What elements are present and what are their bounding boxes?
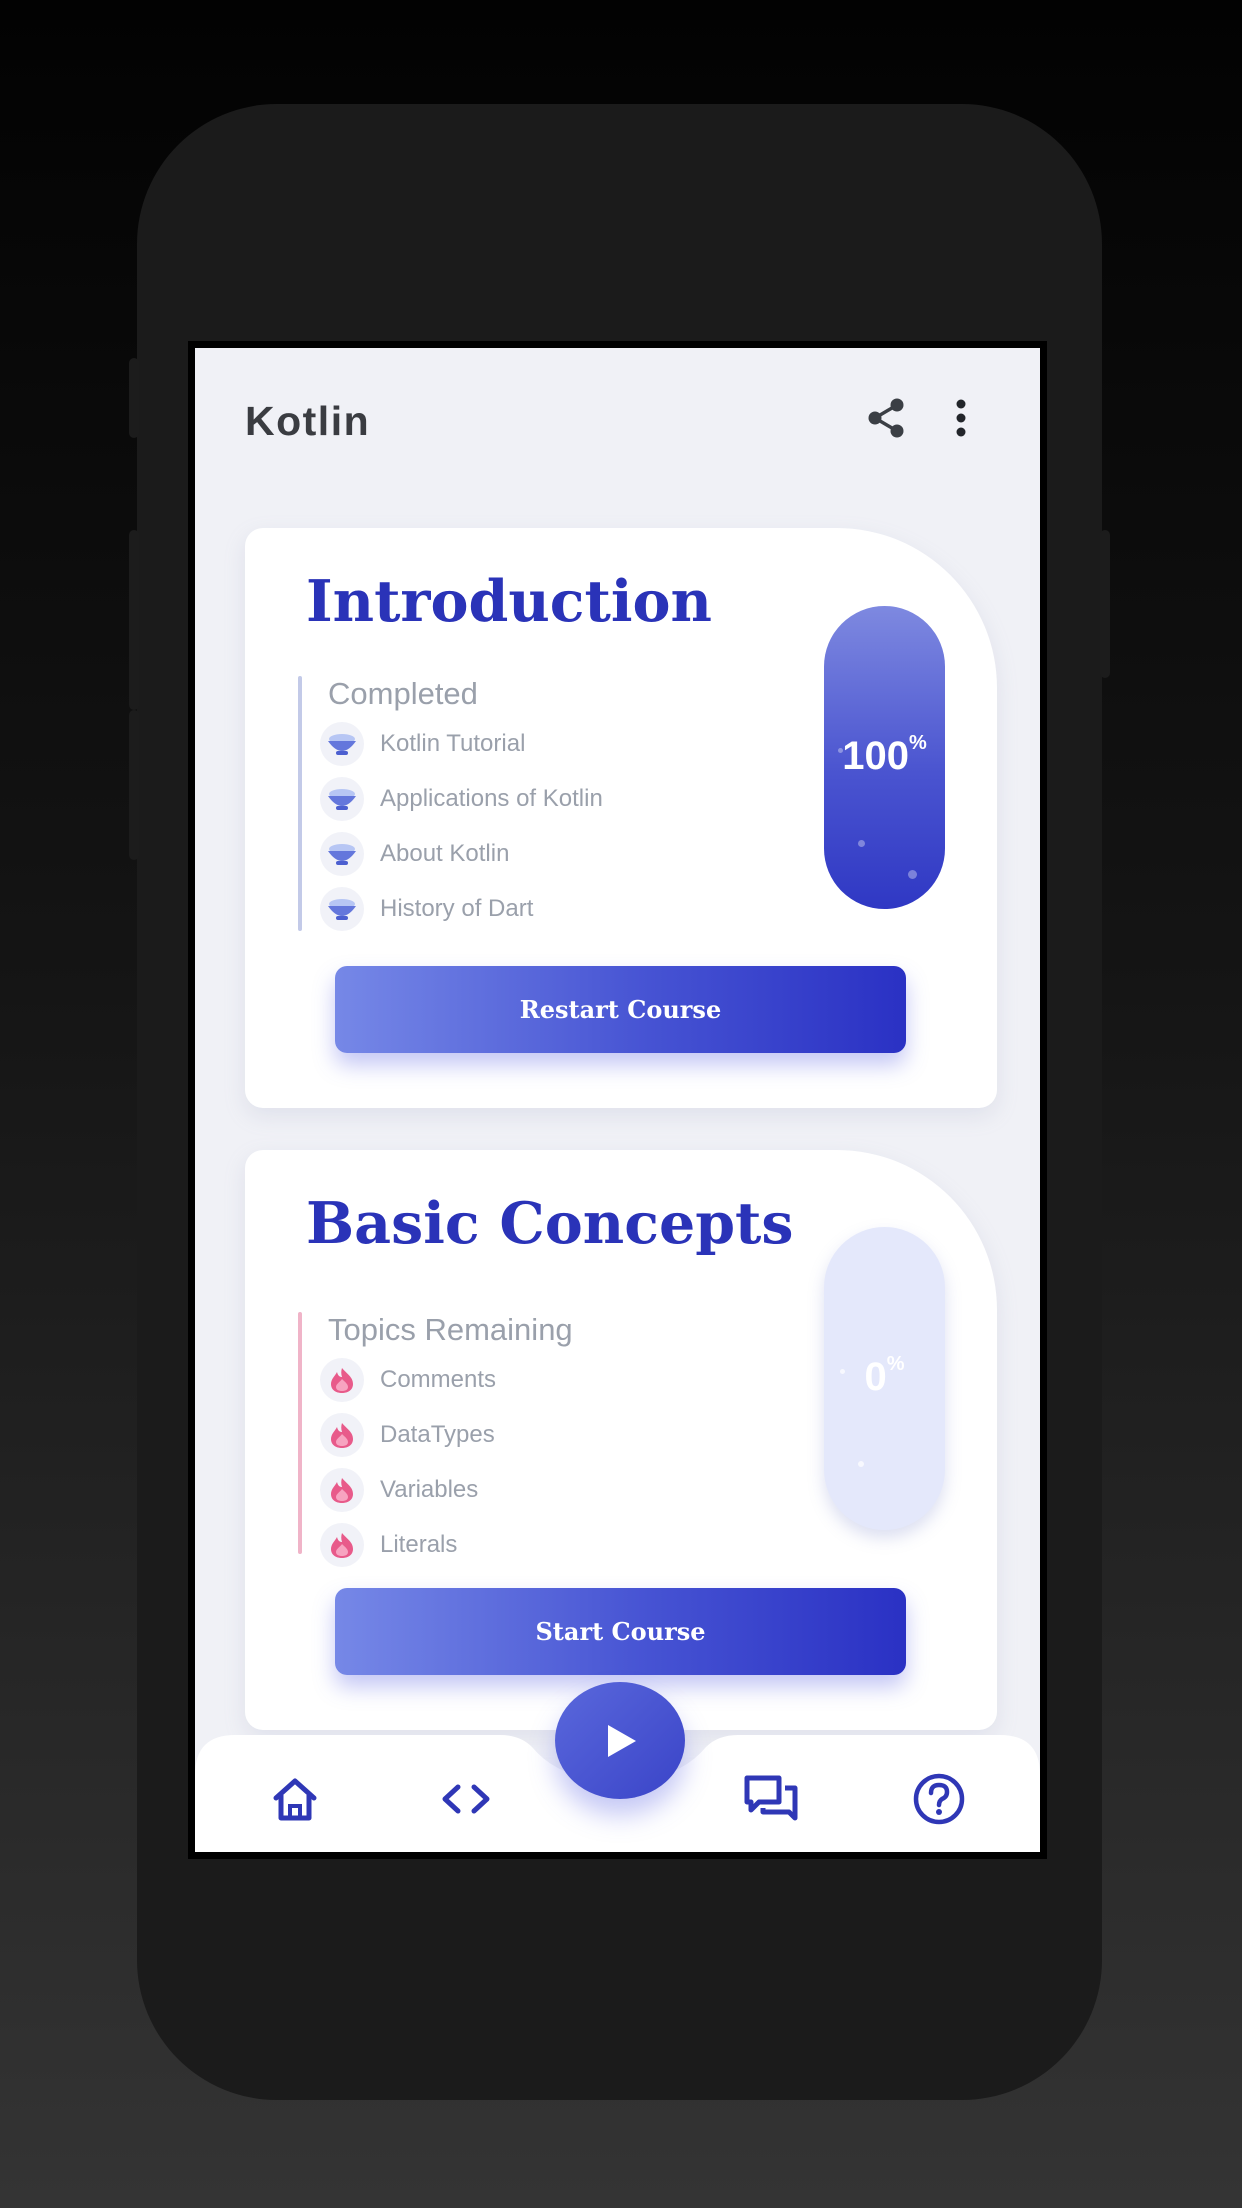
share-icon: [868, 398, 904, 438]
flame-icon: [320, 1412, 364, 1457]
home-icon: [273, 1778, 317, 1821]
progress-value: 100: [842, 734, 909, 778]
topic-status-label: Completed: [328, 676, 478, 711]
topic-label: Comments: [380, 1365, 497, 1393]
topic-item[interactable]: History of Dart: [320, 881, 603, 936]
progress-unit: %: [886, 1353, 905, 1375]
more-options-button[interactable]: [943, 392, 979, 444]
restart-course-button[interactable]: Restart Course: [335, 966, 906, 1053]
topic-item[interactable]: DataTypes: [320, 1407, 496, 1462]
progress-value: 0: [864, 1355, 887, 1399]
course-title: Introduction: [306, 568, 712, 635]
topic-item[interactable]: Comments: [320, 1352, 496, 1407]
phone-side-button: [129, 358, 139, 438]
progress-percent: 100%: [824, 732, 945, 779]
topic-item[interactable]: Variables: [320, 1462, 496, 1517]
progress-pill: 100%: [824, 606, 945, 909]
help-icon: [913, 1773, 965, 1825]
bowl-icon: [320, 776, 364, 821]
code-icon: [442, 1784, 490, 1814]
flame-icon: [320, 1467, 364, 1512]
topic-list: Comments DataTypes Variables Literals: [320, 1352, 496, 1572]
play-icon: [608, 1724, 636, 1757]
phone-side-button: [129, 530, 139, 710]
course-card-basic-concepts: Basic Concepts Topics Remaining Comments: [245, 1150, 997, 1730]
flame-icon: [320, 1357, 364, 1402]
phone-side-button: [129, 710, 139, 860]
topic-label: About Kotlin: [380, 839, 510, 867]
topic-list-bar: [298, 676, 302, 931]
nav-code[interactable]: [440, 1773, 492, 1825]
topic-item[interactable]: Literals: [320, 1517, 496, 1572]
topic-label: Applications of Kotlin: [380, 784, 603, 812]
bubble-decoration: [858, 840, 865, 847]
play-button[interactable]: [555, 1682, 685, 1799]
topic-label: Variables: [380, 1475, 479, 1503]
bowl-icon: [320, 886, 364, 931]
bubble-decoration: [908, 870, 917, 879]
topic-list: Kotlin Tutorial Applications of Kotlin A…: [320, 716, 603, 936]
course-title: Basic Concepts: [306, 1190, 794, 1257]
progress-unit: %: [908, 732, 927, 754]
topic-item[interactable]: Applications of Kotlin: [320, 771, 603, 826]
bowl-icon: [320, 831, 364, 876]
topic-item[interactable]: Kotlin Tutorial: [320, 716, 603, 771]
phone-screen: Kotlin Introduction Completed Kotlin Tut…: [188, 341, 1047, 1859]
app-title: Kotlin: [245, 398, 371, 444]
topic-label: DataTypes: [380, 1420, 495, 1448]
topic-label: Literals: [380, 1530, 458, 1558]
flame-icon: [320, 1522, 364, 1567]
nav-home[interactable]: [269, 1773, 321, 1825]
nav-help[interactable]: [911, 1771, 967, 1827]
more-vert-icon: [956, 399, 966, 437]
progress-percent: 0%: [824, 1353, 945, 1400]
topic-list-bar: [298, 1312, 302, 1554]
nav-forum[interactable]: [743, 1773, 799, 1825]
bowl-icon: [320, 721, 364, 766]
bubble-decoration: [858, 1461, 864, 1467]
start-course-button[interactable]: Start Course: [335, 1588, 906, 1675]
share-button[interactable]: [861, 392, 911, 444]
progress-pill: 0%: [824, 1227, 945, 1530]
topic-status-label: Topics Remaining: [328, 1312, 573, 1347]
topic-item[interactable]: About Kotlin: [320, 826, 603, 881]
topic-label: History of Dart: [380, 894, 534, 922]
app-window: Kotlin Introduction Completed Kotlin Tut…: [195, 348, 1040, 1852]
course-card-introduction: Introduction Completed Kotlin Tutorial A…: [245, 528, 997, 1108]
topic-label: Kotlin Tutorial: [380, 729, 526, 757]
phone-side-button: [1100, 530, 1110, 678]
forum-icon: [744, 1775, 798, 1821]
